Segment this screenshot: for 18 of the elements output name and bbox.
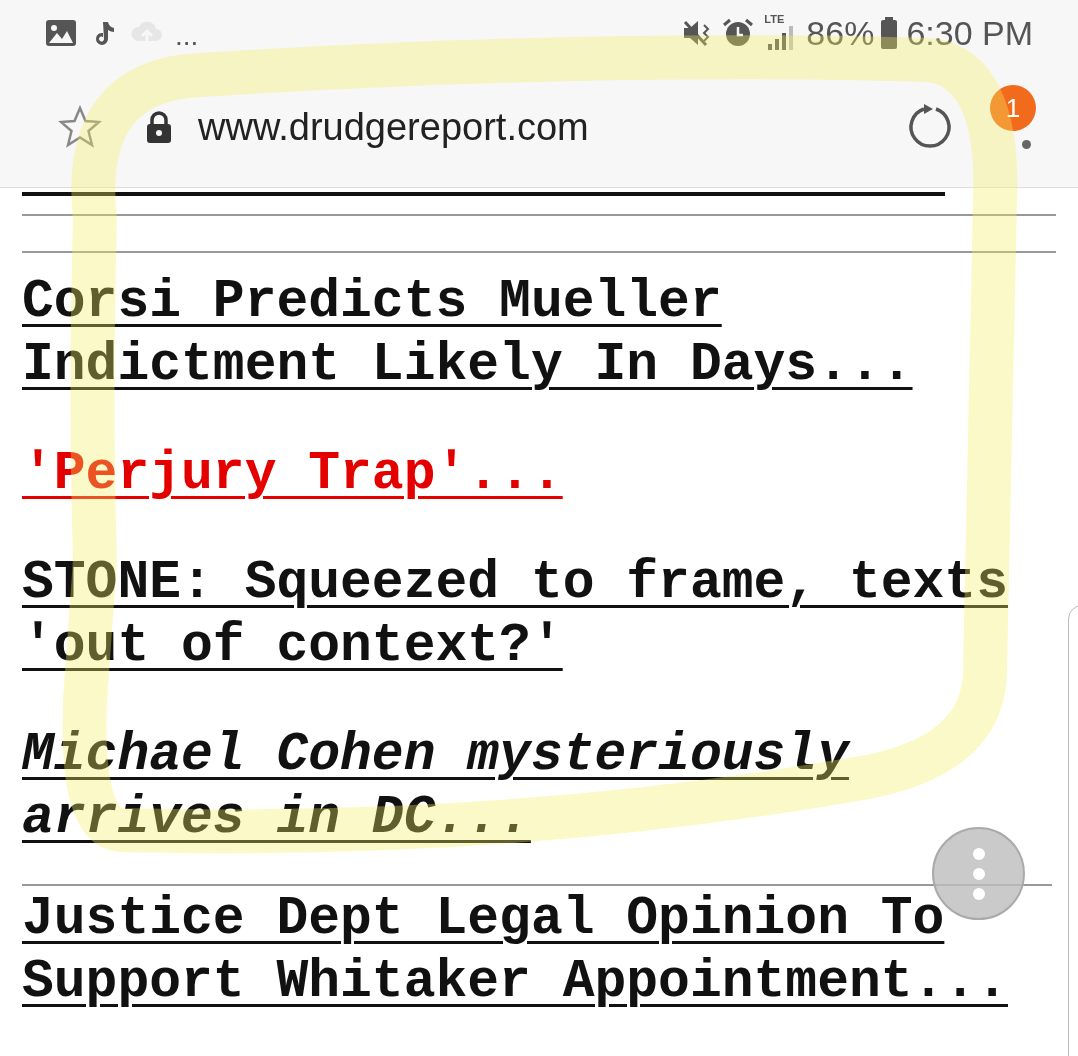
- battery-percent-text: 86%: [806, 15, 875, 50]
- headline-link[interactable]: Michael Cohen mysteriously arrives in DC...: [22, 724, 1052, 850]
- clock-text: 6:30 PM: [906, 15, 1033, 50]
- url-text[interactable]: www.drudgereport.com: [198, 107, 589, 146]
- lock-icon: [146, 110, 172, 143]
- gallery-icon: [45, 18, 77, 47]
- headline-link[interactable]: Justice Dept Legal Opinion To Support Whitaker Appointment...: [22, 888, 1052, 1014]
- battery-icon: [880, 16, 899, 49]
- more-notifications-text: ...: [175, 18, 199, 50]
- headline-link[interactable]: Corsi Predicts Mueller Indictment Likely In Days...: [22, 271, 1052, 397]
- reload-icon[interactable]: [906, 102, 954, 151]
- headline-link[interactable]: STONE: Squeezed to frame, texts 'out of context?': [22, 552, 1052, 678]
- headline-link[interactable]: 'Perjury Trap'...: [22, 443, 1052, 506]
- music-note-icon: [93, 19, 115, 46]
- notification-badge: 1: [990, 85, 1036, 131]
- star-icon[interactable]: [58, 104, 102, 149]
- alarm-clock-icon: [722, 17, 755, 48]
- network-type-text: LTE: [764, 13, 785, 25]
